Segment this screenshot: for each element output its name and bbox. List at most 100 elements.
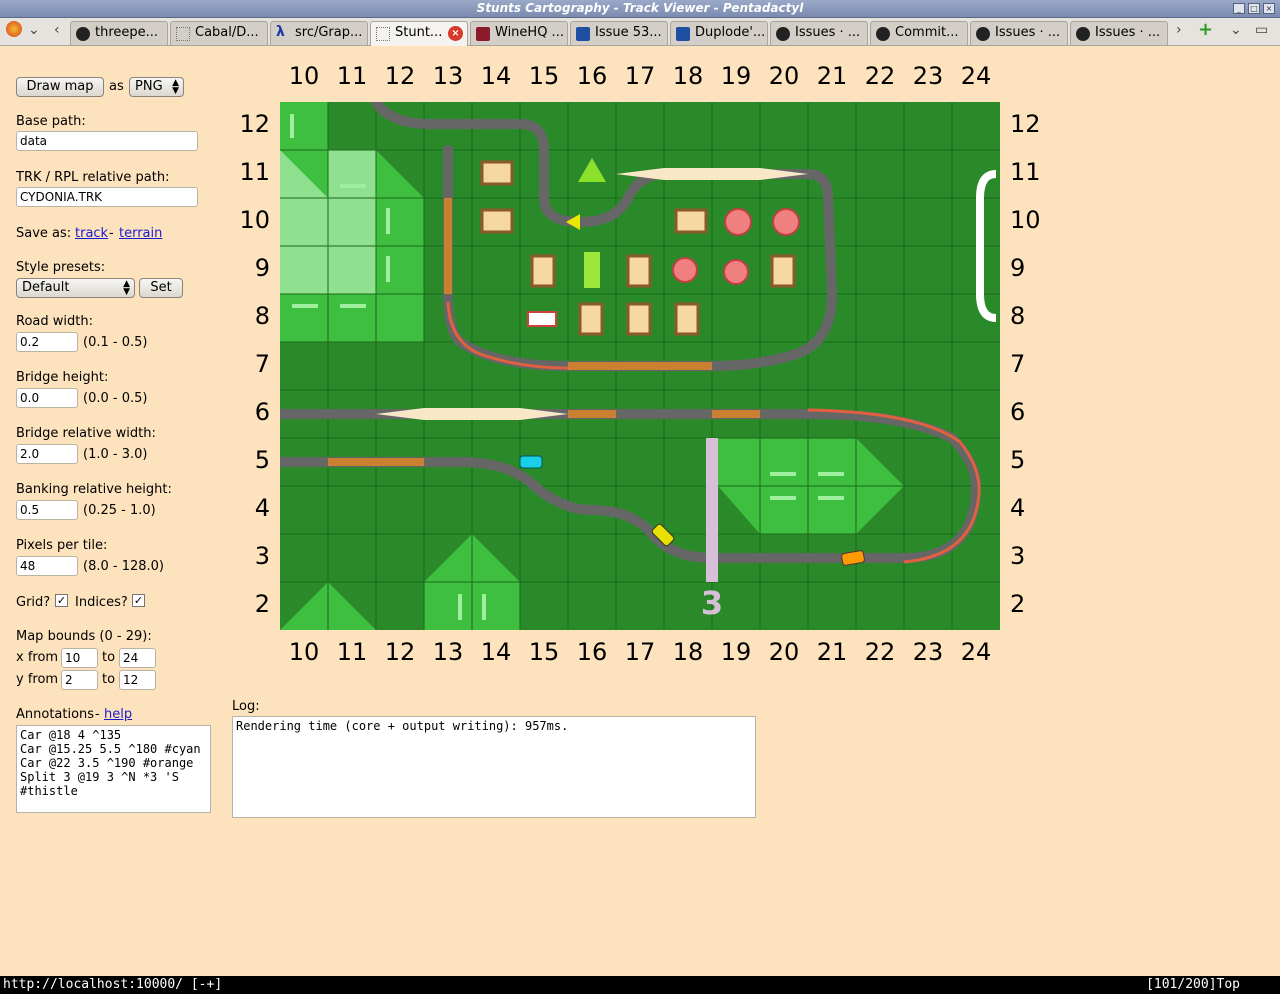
github-icon (1076, 27, 1090, 41)
x-to-input[interactable]: 24 (119, 648, 156, 668)
x-index-top: 11 (336, 62, 368, 90)
chevron-down-icon[interactable]: ⌄ (28, 22, 40, 38)
tab-label: Commit... (895, 25, 959, 40)
list-all-tabs-icon[interactable]: ▭ (1255, 22, 1268, 38)
tab-winehq[interactable]: WineHQ ... (470, 21, 568, 45)
tab-label: Stunt... (395, 25, 443, 40)
tab-duplode[interactable]: Duplode'... (670, 21, 768, 45)
tab-src-graphics[interactable]: λ src/Grap... (270, 21, 368, 45)
format-select[interactable]: PNG ▲ ▼ (129, 77, 184, 97)
firefox-icon[interactable] (6, 21, 22, 37)
x-index-top: 12 (384, 62, 416, 90)
y-index-right: 4 (1010, 494, 1026, 522)
x-from-input[interactable]: 10 (61, 648, 98, 668)
trk-path-input[interactable]: CYDONIA.TRK (16, 187, 198, 207)
new-tab-icon[interactable]: + (1198, 19, 1213, 40)
annotations-textarea[interactable]: Car @18 4 ^135 Car @15.25 5.5 ^180 #cyan… (16, 725, 211, 813)
x-index-top: 24 (960, 62, 992, 90)
annotations-separator: - (95, 707, 100, 722)
log-textarea[interactable]: Rendering time (core + output writing): … (232, 716, 756, 818)
chevron-down-icon[interactable]: ⌄ (1230, 22, 1242, 38)
window-titlebar: Stunts Cartography - Track Viewer - Pent… (0, 0, 1280, 18)
map-bounds-label: Map bounds (0 - 29): (16, 629, 152, 644)
save-track-link[interactable]: track (75, 226, 108, 241)
x-index-top: 14 (480, 62, 512, 90)
tab-cabal[interactable]: Cabal/D... (170, 21, 268, 45)
indices-label: Indices? (75, 595, 128, 610)
y-index-right: 8 (1010, 302, 1026, 330)
road-width-input[interactable]: 0.2 (16, 332, 78, 352)
y-index-left: 5 (254, 446, 270, 474)
tab-issues-1[interactable]: Issues · ... (770, 21, 868, 45)
window-title: Stunts Cartography - Track Viewer - Pent… (476, 1, 804, 15)
tab-stunts-active[interactable]: Stunt... × (370, 21, 468, 46)
x-index-top: 22 (864, 62, 896, 90)
base-path-input[interactable]: data (16, 131, 198, 151)
lambda-icon: λ (276, 24, 285, 40)
select-arrows-icon: ▲ ▼ (123, 279, 130, 297)
github-icon (76, 27, 90, 41)
x-index-bottom: 17 (624, 638, 656, 666)
base-path-label: Base path: (16, 114, 86, 129)
tab-label: Issues · ... (995, 25, 1061, 40)
bridge-width-range: (1.0 - 3.0) (83, 447, 148, 462)
x-index-bottom: 21 (816, 638, 848, 666)
x-index-bottom: 14 (480, 638, 512, 666)
tab-issue-53[interactable]: Issue 53... (570, 21, 668, 45)
x-index-top: 19 (720, 62, 752, 90)
minimize-icon[interactable]: _ (1233, 3, 1245, 14)
tab-commit[interactable]: Commit... (870, 21, 968, 45)
close-window-icon[interactable]: × (1263, 3, 1275, 14)
y-index-right: 2 (1010, 590, 1026, 618)
tab-bar: ⌄ ‹ threepe... Cabal/D... λ src/Grap... … (0, 18, 1280, 46)
x-index-bottom: 19 (720, 638, 752, 666)
wine-icon (476, 27, 490, 41)
pixels-per-tile-input[interactable]: 48 (16, 556, 78, 576)
x-index-top: 17 (624, 62, 656, 90)
preset-value: Default (22, 280, 70, 295)
y-index-right: 10 (1010, 206, 1041, 234)
close-tab-icon[interactable]: × (448, 26, 463, 41)
track-map-svg: 3 (275, 97, 1000, 630)
tab-issues-3[interactable]: Issues · ... (1070, 21, 1168, 45)
x-index-bottom: 11 (336, 638, 368, 666)
x-from-label: x from (16, 650, 59, 665)
draw-map-button[interactable]: Draw map (16, 77, 104, 97)
y-to-input[interactable]: 12 (119, 670, 156, 690)
annotations-label: Annotations (16, 707, 95, 722)
y-index-right: 9 (1010, 254, 1026, 282)
annotations-help-link[interactable]: help (104, 707, 132, 722)
blank-page-icon (176, 27, 190, 41)
x-index-bottom: 13 (432, 638, 464, 666)
maximize-icon[interactable]: □ (1248, 3, 1260, 14)
tab-threepenny[interactable]: threepe... (70, 21, 168, 45)
x-index-bottom: 16 (576, 638, 608, 666)
y-from-input[interactable]: 2 (61, 670, 98, 690)
github-icon (976, 27, 990, 41)
scroll-tabs-right-icon[interactable]: › (1176, 22, 1182, 38)
tab-issues-2[interactable]: Issues · ... (970, 21, 1068, 45)
status-url: http://localhost:10000/ [-+] (3, 977, 223, 992)
tab-label: Issues · ... (1095, 25, 1161, 40)
bridge-width-label: Bridge relative width: (16, 426, 156, 441)
bridge-height-input[interactable]: 0.0 (16, 388, 78, 408)
save-terrain-link[interactable]: terrain (119, 226, 162, 241)
grid-checkbox[interactable]: ✓ (55, 594, 68, 607)
indices-checkbox[interactable]: ✓ (132, 594, 145, 607)
tab-label: threepe... (95, 25, 159, 40)
set-preset-button[interactable]: Set (139, 278, 183, 298)
style-presets-label: Style presets: (16, 260, 106, 275)
pixels-per-tile-label: Pixels per tile: (16, 538, 108, 553)
x-index-top: 20 (768, 62, 800, 90)
style-preset-select[interactable]: Default ▲ ▼ (16, 278, 135, 298)
bridge-width-input[interactable]: 2.0 (16, 444, 78, 464)
y-index-right: 5 (1010, 446, 1026, 474)
y-index-right: 12 (1010, 110, 1041, 138)
tab-label: Issue 53... (595, 25, 662, 40)
scroll-tabs-left-icon[interactable]: ‹ (54, 22, 60, 38)
tab-label: Cabal/D... (195, 25, 259, 40)
track-map: 3 (275, 97, 1000, 630)
x-index-bottom: 15 (528, 638, 560, 666)
select-arrows-icon: ▲ ▼ (172, 78, 179, 96)
banking-input[interactable]: 0.5 (16, 500, 78, 520)
